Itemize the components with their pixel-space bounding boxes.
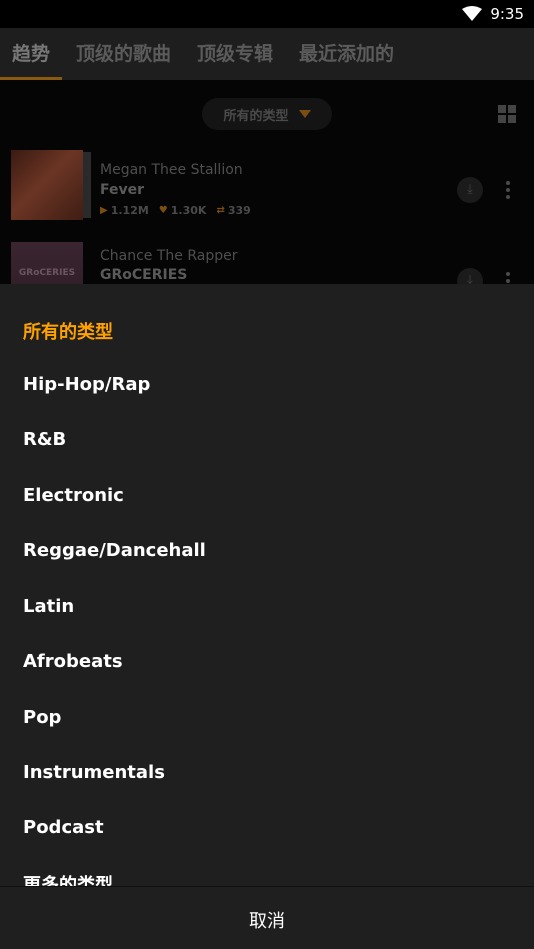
genre-option-all[interactable]: 所有的类型 [23,318,113,344]
like-count: 1.30K [170,204,207,217]
status-time: 9:35 [490,5,524,23]
genre-filter-label: 所有的类型 [223,108,289,124]
genre-option-pop[interactable]: Pop [23,707,61,728]
track-artist: Chance The Rapper [100,248,238,264]
play-count: 1.12M [110,204,149,217]
genre-option-latin[interactable]: Latin [23,596,74,617]
download-button[interactable]: ⤓ [457,177,483,203]
genre-option-hip-hop-rap[interactable]: Hip-Hop/Rap [23,374,150,395]
track-title: Fever [100,182,145,198]
tab-bar: 趋势 顶级的歌曲 顶级专辑 最近添加的 [0,28,534,80]
filter-bar: 所有的类型 [0,90,534,138]
tab-top-songs[interactable]: 顶级的歌曲 [76,28,171,80]
genre-option-rnb[interactable]: R&B [23,429,66,450]
album-stack-edge [83,152,91,218]
genre-option-instrumentals[interactable]: Instrumentals [23,762,165,783]
album-cover-text: GRoCERIES [18,268,76,278]
play-count-icon: ▶ [100,205,108,216]
track-artist: Megan Thee Stallion [100,162,243,178]
repost-icon: ⇄ [216,205,225,216]
grid-view-icon[interactable] [498,105,516,123]
status-bar: 9:35 [0,0,534,28]
genre-option-podcast[interactable]: Podcast [23,817,104,838]
track-stats: ▶ 1.12M ♥ 1.30K ⇄ 339 [100,204,261,217]
cancel-button-label: 取消 [249,911,285,932]
repost-count: 339 [227,204,251,217]
tab-top-albums[interactable]: 顶级专辑 [197,28,273,80]
track-row[interactable]: Megan Thee Stallion Fever ▶ 1.12M ♥ 1.30… [0,146,534,226]
genre-filter-button[interactable]: 所有的类型 [202,98,332,130]
genre-option-reggae-dancehall[interactable]: Reggae/Dancehall [23,540,206,561]
genre-bottom-sheet: 所有的类型 Hip-Hop/Rap R&B Electronic Reggae/… [0,284,534,949]
more-options-icon[interactable] [505,181,511,199]
wifi-icon [462,6,483,21]
tab-trending[interactable]: 趋势 [0,28,63,80]
genre-option-electronic[interactable]: Electronic [23,485,124,506]
tab-recently-added[interactable]: 最近添加的 [299,28,394,80]
cancel-button[interactable]: 取消 [0,886,534,949]
genre-option-afrobeats[interactable]: Afrobeats [23,651,123,672]
heart-icon: ♥ [158,205,168,216]
caret-down-icon [298,110,311,118]
album-cover-fever [11,150,83,220]
track-title: GRoCERIES [100,267,188,283]
